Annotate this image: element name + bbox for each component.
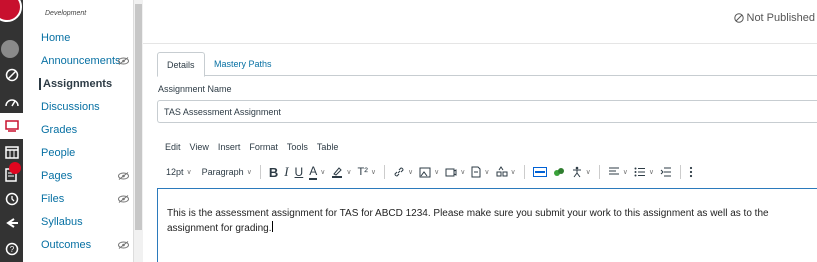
course-nav-files[interactable]: Files bbox=[41, 193, 64, 205]
course-nav-assignments[interactable]: Assignments bbox=[39, 78, 112, 90]
italic-icon[interactable]: I bbox=[281, 162, 291, 182]
publish-status[interactable]: Not Published bbox=[733, 12, 816, 24]
course-nav-syllabus[interactable]: Syllabus bbox=[41, 216, 83, 228]
menu-insert[interactable]: Insert bbox=[218, 142, 241, 152]
assignment-name-input[interactable]: TAS Assessment Assignment bbox=[157, 100, 817, 123]
help-icon[interactable]: ? bbox=[0, 236, 23, 262]
indent-icon[interactable] bbox=[657, 162, 675, 182]
hidden-eye-icon bbox=[118, 57, 129, 65]
course-nav-grades[interactable]: Grades bbox=[41, 124, 77, 136]
media-icon[interactable]: ∨ bbox=[442, 162, 468, 182]
editor-toolbar: 12pt ∨ Paragraph ∨ B I U A ∨ ∨ T² ∨ ∨ ∨ ∨ ∨ … bbox=[157, 160, 817, 184]
bold-icon[interactable]: B bbox=[266, 162, 281, 182]
not-published-icon bbox=[733, 13, 744, 23]
editor-body-text: This is the assessment assignment for TA… bbox=[167, 206, 807, 236]
header-divider bbox=[143, 43, 817, 44]
chevron-down-icon: ∨ bbox=[434, 169, 440, 176]
course-nav-pages[interactable]: Pages bbox=[41, 170, 72, 182]
hidden-eye-icon bbox=[118, 241, 129, 249]
admin-shield-icon[interactable] bbox=[0, 62, 23, 88]
hidden-eye-icon bbox=[118, 172, 129, 180]
document-icon[interactable]: ∨ bbox=[468, 162, 492, 182]
accessibility-checker-icon[interactable]: ∨ bbox=[568, 162, 594, 182]
chevron-down-icon: ∨ bbox=[186, 169, 192, 176]
institution-logo[interactable] bbox=[0, 0, 22, 22]
assignment-tabs: Details Mastery Paths bbox=[157, 52, 817, 77]
highlight-color-icon[interactable]: ∨ bbox=[328, 162, 354, 182]
link-icon[interactable]: ∨ bbox=[390, 162, 416, 182]
course-nav-scrollbar[interactable] bbox=[133, 0, 143, 262]
chevron-down-icon: ∨ bbox=[622, 169, 628, 176]
underline-icon[interactable]: U bbox=[292, 162, 307, 182]
hidden-eye-icon bbox=[118, 195, 129, 203]
assignment-name-label: Assignment Name bbox=[158, 84, 232, 94]
menu-tools[interactable]: Tools bbox=[287, 142, 308, 152]
chevron-down-icon: ∨ bbox=[648, 169, 654, 176]
chevron-down-icon: ∨ bbox=[460, 169, 466, 176]
rich-content-editor[interactable]: This is the assessment assignment for TA… bbox=[157, 188, 817, 262]
dashboard-icon[interactable] bbox=[0, 88, 23, 114]
chevron-down-icon: ∨ bbox=[585, 169, 591, 176]
text-color-icon[interactable]: A ∨ bbox=[306, 162, 328, 182]
chevron-down-icon: ∨ bbox=[510, 169, 516, 176]
menu-edit[interactable]: Edit bbox=[165, 142, 181, 152]
course-nav-home[interactable]: Home bbox=[41, 32, 70, 44]
course-nav: Development Home Announcements Assignmen… bbox=[23, 0, 133, 262]
more-options-icon[interactable] bbox=[686, 162, 696, 182]
box-app-icon[interactable] bbox=[530, 162, 550, 182]
svg-text:?: ? bbox=[9, 245, 14, 254]
tab-details[interactable]: Details bbox=[157, 52, 205, 77]
course-crumb: Development bbox=[45, 10, 87, 17]
chevron-down-icon: ∨ bbox=[346, 169, 352, 176]
chevron-down-icon: ∨ bbox=[484, 169, 490, 176]
menu-format[interactable]: Format bbox=[249, 142, 278, 152]
course-nav-announcements[interactable]: Announcements bbox=[41, 55, 121, 67]
chevron-down-icon: ∨ bbox=[370, 169, 376, 176]
history-icon[interactable] bbox=[0, 186, 23, 212]
chevron-down-icon: ∨ bbox=[408, 169, 414, 176]
tab-mastery-paths[interactable]: Mastery Paths bbox=[205, 52, 281, 76]
menu-table[interactable]: Table bbox=[317, 142, 339, 152]
toolbar-separator bbox=[598, 165, 600, 179]
superscript-icon[interactable]: T² ∨ bbox=[354, 162, 379, 182]
toolbar-separator bbox=[680, 165, 681, 179]
toolbar-separator bbox=[259, 165, 261, 179]
commons-icon[interactable] bbox=[0, 210, 23, 236]
course-nav-discussions[interactable]: Discussions bbox=[41, 101, 100, 113]
green-app-icon[interactable] bbox=[550, 162, 568, 182]
menu-view[interactable]: View bbox=[190, 142, 209, 152]
publish-status-label: Not Published bbox=[746, 12, 816, 24]
courses-icon[interactable] bbox=[0, 113, 23, 139]
image-icon[interactable]: ∨ bbox=[416, 162, 442, 182]
editor-body-content: This is the assessment assignment for TA… bbox=[167, 208, 769, 234]
font-size-select[interactable]: 12pt ∨ bbox=[163, 162, 195, 182]
block-format-select[interactable]: Paragraph ∨ bbox=[199, 162, 255, 182]
text-caret bbox=[271, 221, 273, 232]
apps-icon[interactable]: ∨ bbox=[493, 162, 519, 182]
course-nav-people[interactable]: People bbox=[41, 147, 75, 159]
account-avatar[interactable] bbox=[1, 40, 19, 58]
chevron-down-icon: ∨ bbox=[246, 169, 252, 176]
chevron-down-icon: ∨ bbox=[320, 169, 326, 176]
bullet-list-icon[interactable]: ∨ bbox=[631, 162, 657, 182]
font-size-value: 12pt bbox=[166, 167, 184, 177]
app-root: ? Development Home Announcements Assignm… bbox=[0, 0, 817, 262]
inbox-unread-badge bbox=[9, 162, 21, 174]
course-nav-outcomes[interactable]: Outcomes bbox=[41, 239, 91, 251]
align-icon[interactable]: ∨ bbox=[605, 162, 631, 182]
editor-menubar: Edit View Insert Format Tools Table bbox=[165, 142, 338, 152]
block-format-value: Paragraph bbox=[201, 167, 244, 177]
toolbar-separator bbox=[523, 165, 525, 179]
toolbar-separator bbox=[384, 165, 385, 179]
global-nav: ? bbox=[0, 0, 23, 262]
scrollbar-thumb[interactable] bbox=[135, 4, 142, 230]
